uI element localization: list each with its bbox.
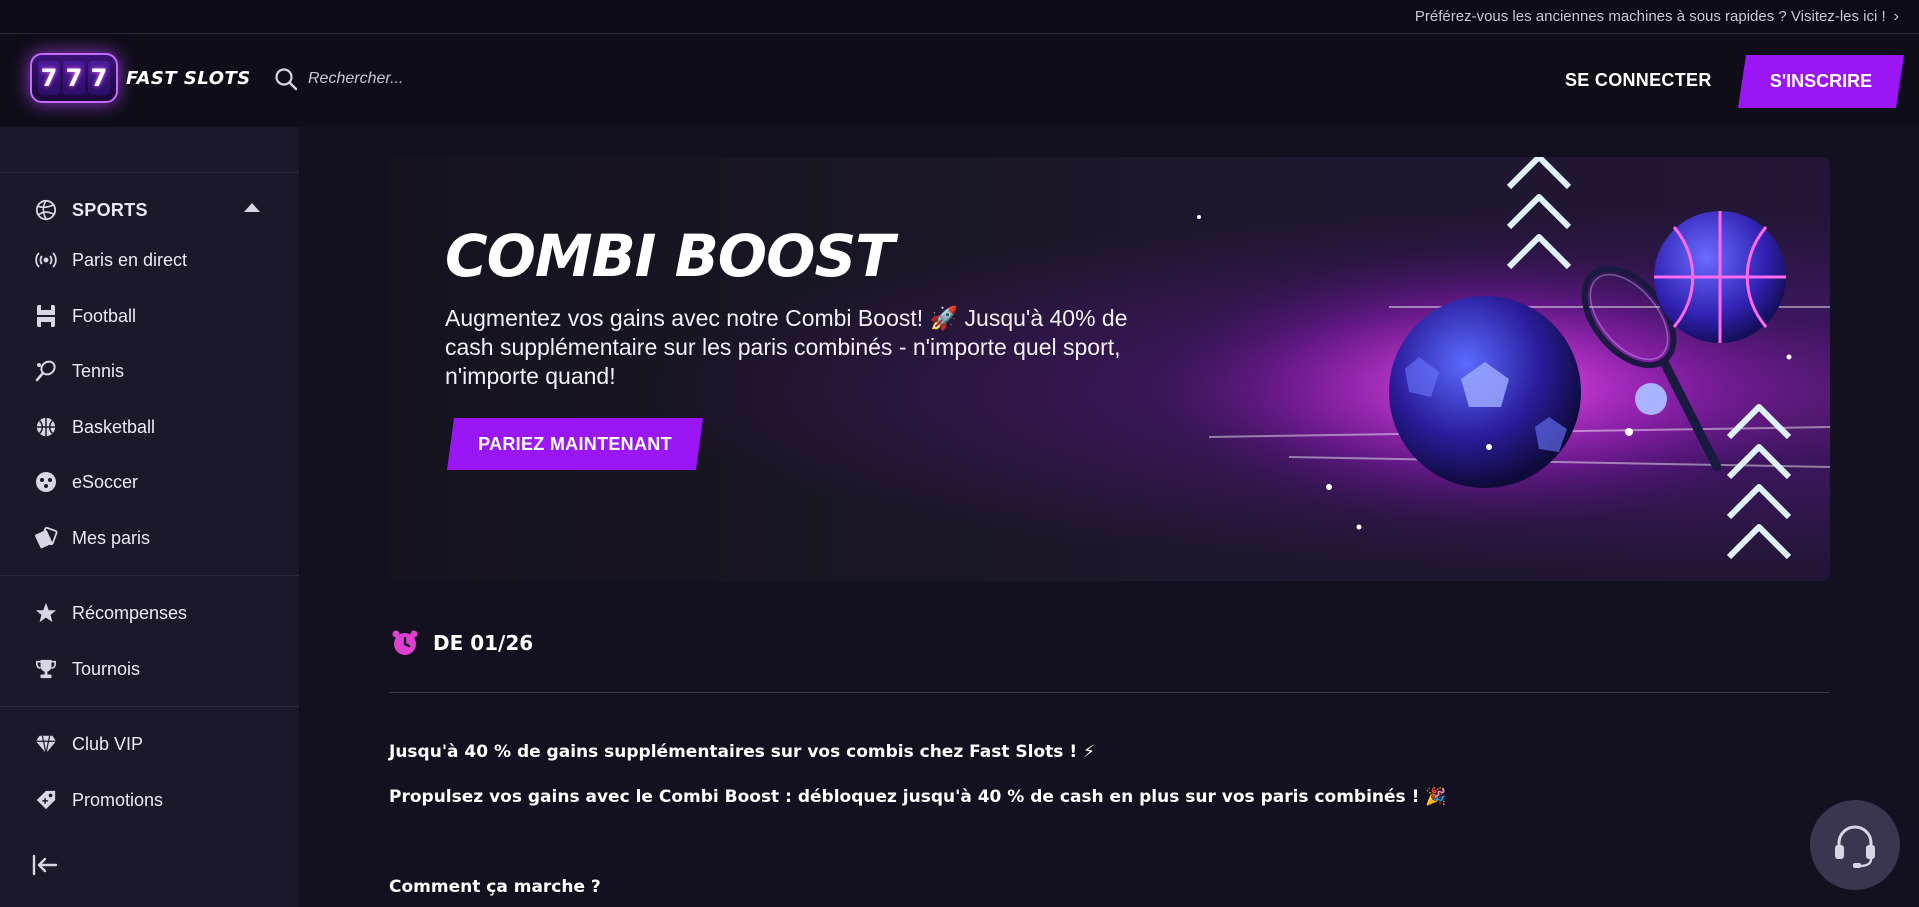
headset-icon — [1835, 825, 1875, 868]
star-icon — [34, 601, 58, 625]
sidebar-item-label: Promotions — [72, 789, 164, 810]
search-bar[interactable] — [274, 67, 508, 91]
tennis-racket-icon — [34, 359, 58, 383]
logo-reel: 7 — [88, 61, 110, 95]
sidebar-item-label: Récompenses — [72, 602, 188, 623]
sidebar-item-basketball[interactable]: Basketball — [34, 412, 155, 442]
tickets-icon — [34, 526, 58, 550]
site-logo[interactable]: 7 7 7 FAST SLOTS — [30, 53, 251, 103]
login-button[interactable]: SE CONNECTER — [1565, 70, 1712, 91]
announcement-bar[interactable]: Préférez-vous les anciennes machines à s… — [0, 0, 1919, 34]
sidebar-item-label: Paris en direct — [72, 249, 188, 270]
sidebar-item-rewards[interactable]: Récompenses — [34, 598, 187, 628]
sidebar-item-label: Football — [72, 305, 137, 326]
site-header: 7 7 7 FAST SLOTS SE CONNECTER S'INSCRIRE — [0, 35, 1919, 127]
sidebar-item-sports[interactable]: SPORTS — [34, 195, 148, 225]
sidebar-divider — [0, 172, 299, 173]
collapse-left-icon[interactable] — [32, 853, 58, 877]
trophy-icon — [34, 657, 58, 681]
sidebar-item-label: Tournois — [72, 658, 141, 679]
search-input[interactable] — [308, 70, 508, 88]
banner-sports-illustration — [1159, 157, 1830, 560]
promo-date: DE 01/26 — [391, 629, 533, 657]
basketball-icon — [34, 415, 58, 439]
logo-text: FAST SLOTS — [126, 67, 251, 89]
caret-up-icon[interactable] — [244, 203, 260, 212]
sidebar-item-tennis[interactable]: Tennis — [34, 356, 124, 386]
search-icon[interactable] — [274, 67, 298, 91]
sidebar-item-label: Club VIP — [72, 733, 144, 754]
banner-title: COMBI BOOST — [445, 222, 895, 290]
sidebar-item-tournaments[interactable]: Tournois — [34, 654, 140, 684]
promo-line-2: Propulsez vos gains avec le Combi Boost … — [389, 787, 1447, 807]
chevron-right-icon[interactable]: › — [1894, 8, 1899, 26]
how-it-works-heading: Comment ça marche ? — [389, 877, 601, 897]
logo-reel: 7 — [63, 61, 85, 95]
promo-line-1: Jusqu'à 40 % de gains supplémentaires su… — [389, 742, 1095, 762]
promo-banner: COMBI BOOST Augmentez vos gains avec not… — [389, 157, 1830, 581]
sidebar-item-football[interactable]: Football — [34, 301, 136, 331]
promo-date-label: DE 01/26 — [433, 631, 534, 655]
sidebar-divider — [0, 575, 299, 576]
logo-reels: 7 7 7 — [30, 53, 118, 103]
football-pitch-icon — [34, 304, 58, 328]
sidebar-item-esoccer[interactable]: eSoccer — [34, 467, 138, 497]
sidebar-item-vip-club[interactable]: Club VIP — [34, 729, 143, 759]
bet-now-button[interactable]: PARIEZ MAINTENANT — [447, 418, 703, 470]
content-divider — [389, 692, 1830, 693]
sidebar-item-label: Mes paris — [72, 527, 151, 548]
logo-reel: 7 — [38, 61, 60, 95]
alarm-clock-icon — [392, 630, 418, 655]
sidebar-item-promotions[interactable]: Promotions — [34, 785, 163, 815]
sidebar-item-label: SPORTS — [72, 199, 148, 220]
announcement-text[interactable]: Préférez-vous les anciennes machines à s… — [1415, 8, 1886, 25]
sidebar-item-label: Basketball — [72, 416, 156, 437]
sidebar-item-my-bets[interactable]: Mes paris — [34, 523, 150, 553]
gamepad-icon — [34, 470, 58, 494]
diamond-icon — [34, 732, 58, 756]
sidebar-divider — [0, 706, 299, 707]
sidebar-item-live-betting[interactable]: Paris en direct — [34, 245, 187, 275]
banner-text: Augmentez vos gains avec notre Combi Boo… — [445, 305, 1128, 389]
sidebar-item-label: eSoccer — [72, 471, 139, 492]
support-chat-button[interactable] — [1810, 800, 1900, 890]
volleyball-icon — [34, 198, 58, 222]
signup-button[interactable]: S'INSCRIRE — [1738, 55, 1904, 108]
tag-icon — [34, 788, 58, 812]
sidebar-item-label: Tennis — [72, 360, 125, 381]
live-broadcast-icon — [34, 248, 58, 272]
